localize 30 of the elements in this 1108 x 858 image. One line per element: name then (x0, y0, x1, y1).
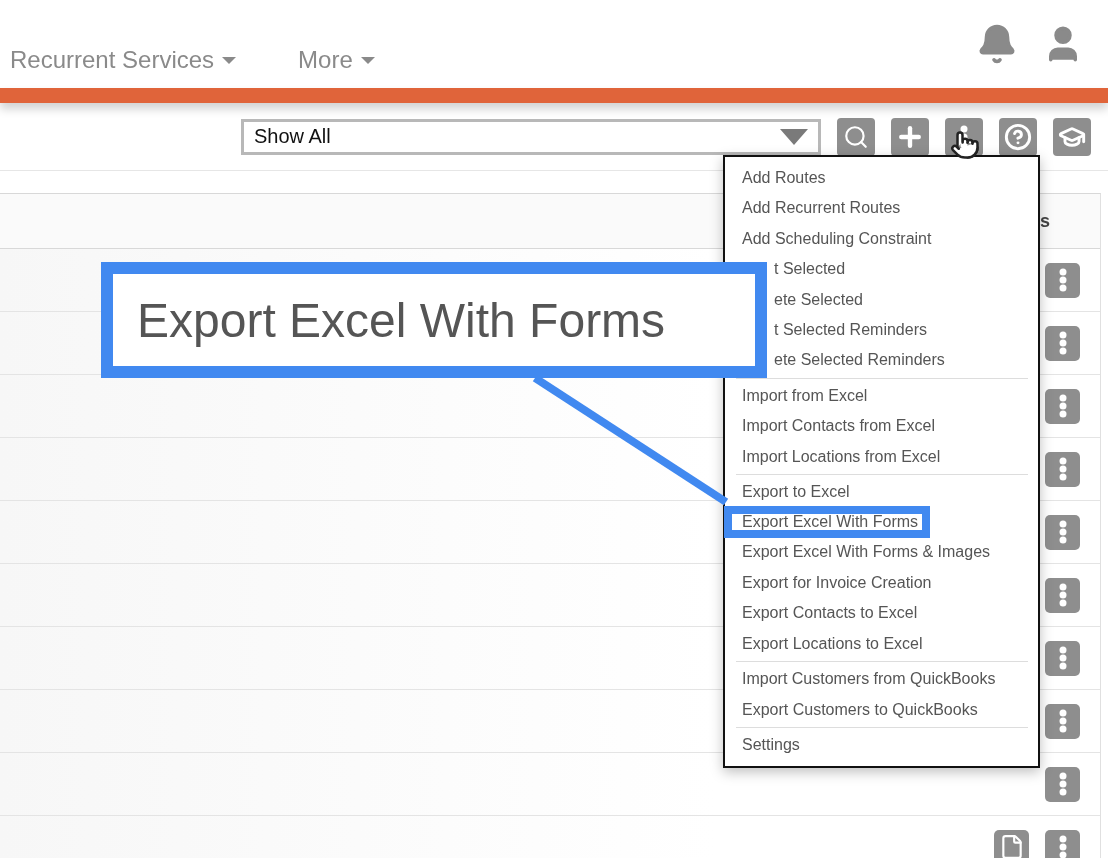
add-button[interactable] (891, 117, 929, 156)
row-actions-button[interactable] (1045, 640, 1080, 676)
kebab-icon (1058, 772, 1067, 796)
menu-item[interactable]: Export Excel With Forms (724, 506, 931, 539)
tutorial-button[interactable] (1053, 117, 1091, 156)
kebab-icon (1058, 457, 1067, 481)
help-button[interactable] (999, 117, 1037, 156)
row-actions-button[interactable] (1045, 262, 1080, 298)
kebab-icon (1058, 835, 1067, 858)
column-header: s (1040, 210, 1050, 232)
row-actions-button[interactable] (1045, 514, 1080, 550)
search-icon (843, 123, 869, 150)
kebab-icon (1058, 583, 1067, 607)
callout-text: Export Excel With Forms (137, 292, 666, 348)
row-actions-button[interactable] (1045, 388, 1080, 424)
kebab-icon (1058, 394, 1067, 418)
kebab-icon (1058, 709, 1067, 733)
kebab-icon (1058, 331, 1067, 355)
search-button[interactable] (837, 117, 875, 156)
kebab-icon (1058, 646, 1067, 670)
kebab-icon (1058, 520, 1067, 544)
row-actions-button[interactable] (1045, 703, 1080, 739)
document-button[interactable] (994, 829, 1029, 858)
row-actions-button[interactable] (1045, 451, 1080, 487)
row-actions-button[interactable] (1045, 829, 1080, 858)
row-actions-button[interactable] (1045, 577, 1080, 613)
row-actions-button[interactable] (1045, 325, 1080, 361)
row-actions-button[interactable] (1045, 766, 1080, 802)
kebab-icon (1058, 268, 1067, 292)
help-icon (1004, 122, 1032, 151)
